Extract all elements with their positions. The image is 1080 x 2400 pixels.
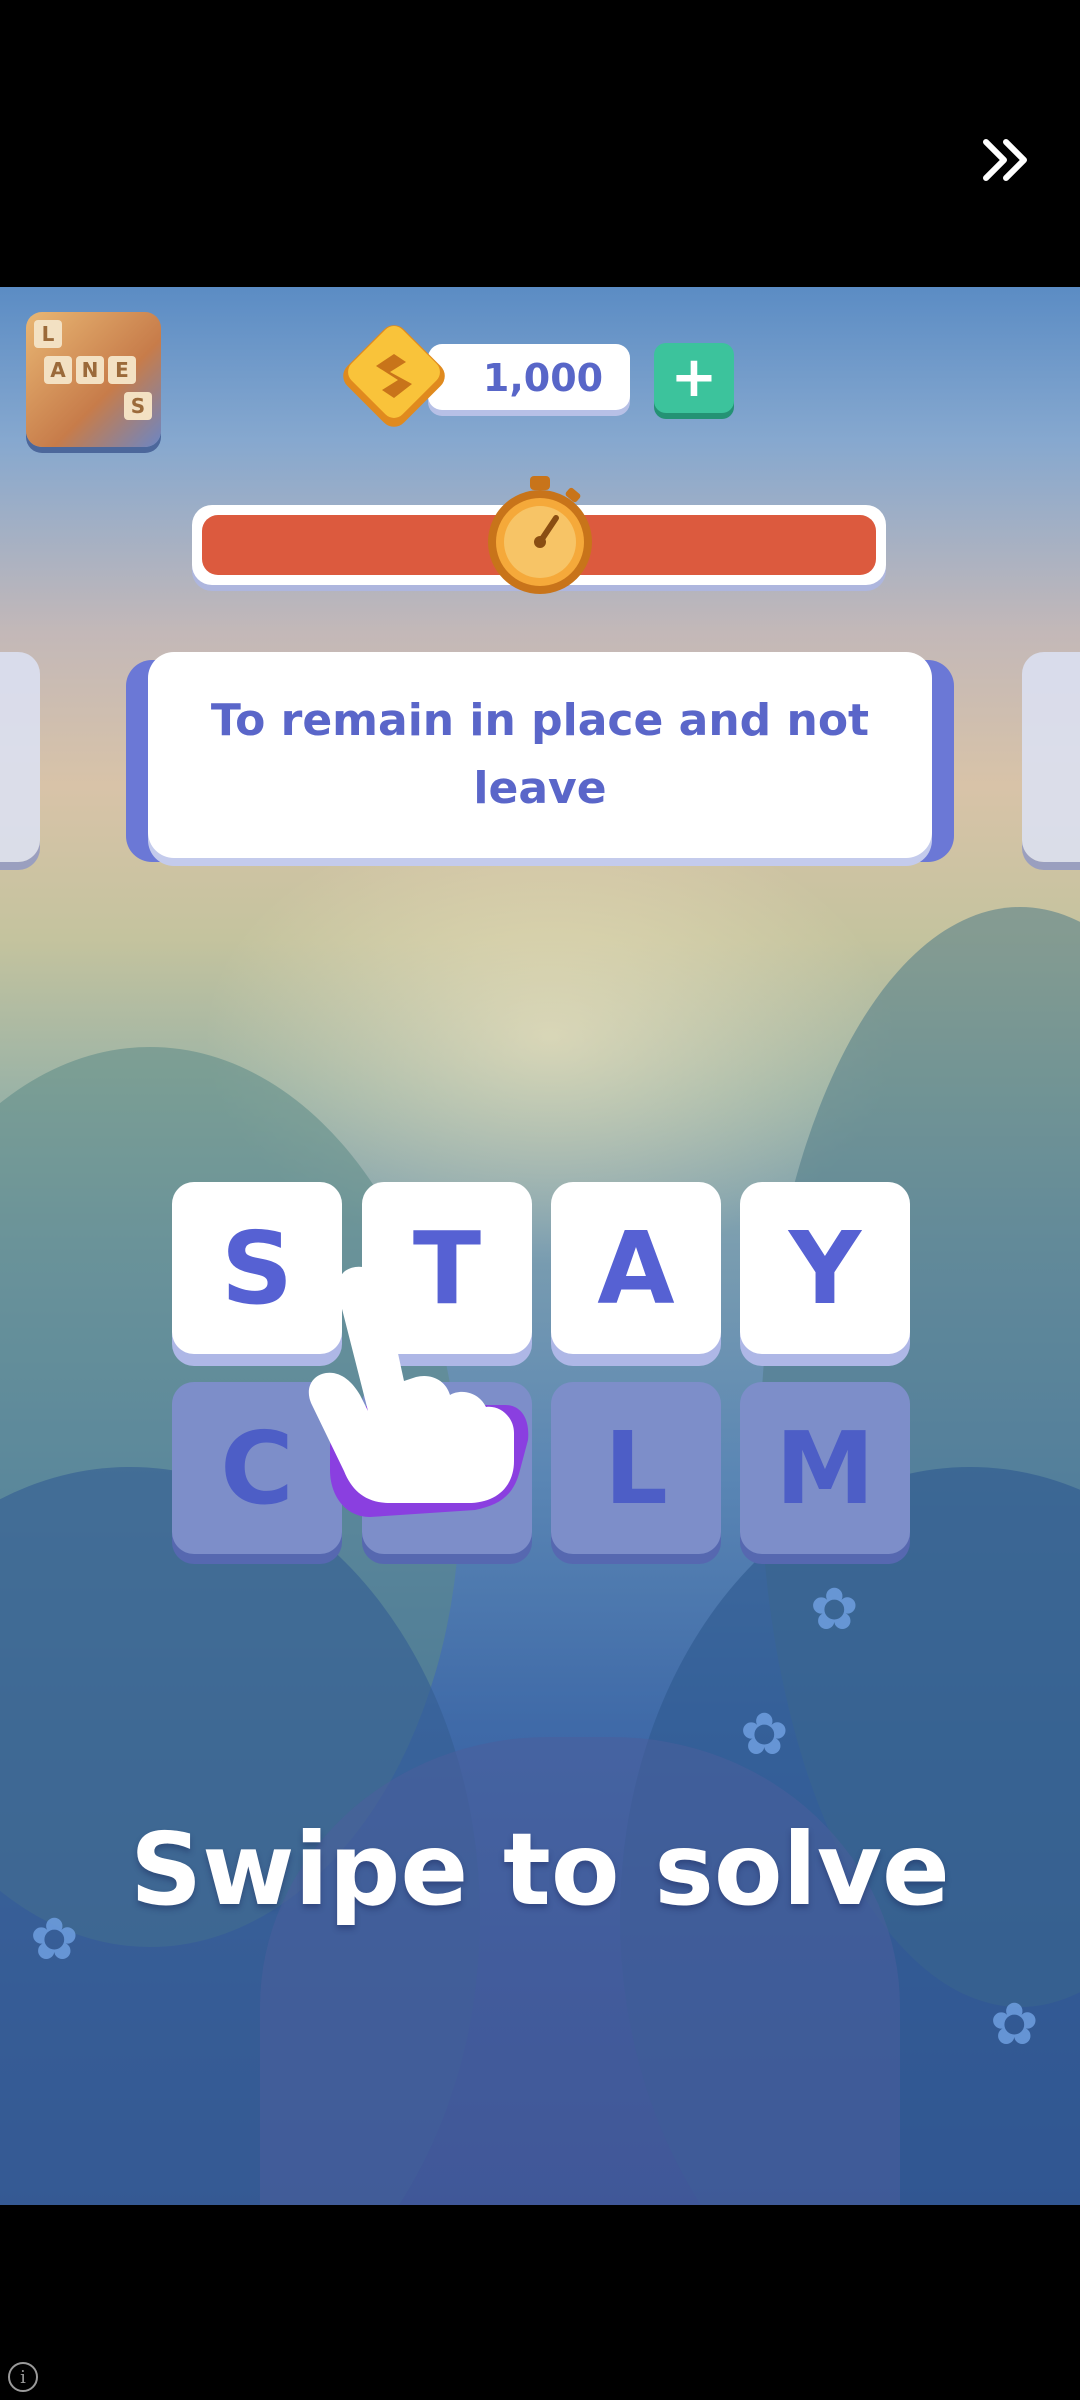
next-clue-card[interactable]: [1022, 652, 1080, 862]
clue-text: To remain in place and not leave: [210, 695, 870, 814]
logo-letter: N: [76, 356, 104, 384]
coin-amount: 1,000: [482, 356, 604, 400]
double-chevron-right-icon: [983, 139, 1027, 181]
logo-letter: L: [34, 320, 62, 348]
letter-tile[interactable]: M: [740, 1382, 910, 1554]
game-logo[interactable]: L A N E S: [26, 312, 161, 447]
info-icon[interactable]: i: [8, 2362, 38, 2392]
flower-decoration: ✿: [740, 1700, 789, 1768]
instruction-text: Swipe to solve: [130, 1811, 950, 1928]
skip-button[interactable]: [978, 130, 1038, 190]
previous-clue-card[interactable]: [0, 652, 40, 862]
logo-letter: S: [124, 392, 152, 420]
top-bar: [0, 0, 1080, 287]
flower-decoration: ✿: [810, 1575, 859, 1643]
letter-tile[interactable]: A: [551, 1182, 721, 1354]
coin-icon: [343, 325, 445, 427]
letter-tile[interactable]: Y: [740, 1182, 910, 1354]
letter-tile[interactable]: L: [551, 1382, 721, 1554]
logo-letter: E: [108, 356, 136, 384]
bottom-bar: [0, 2205, 1080, 2400]
pointing-hand-icon: [308, 1266, 529, 1517]
flower-decoration: ✿: [990, 1990, 1039, 2058]
add-coins-button[interactable]: +: [654, 343, 734, 413]
logo-letter: A: [44, 356, 72, 384]
stopwatch-icon: [488, 476, 592, 594]
